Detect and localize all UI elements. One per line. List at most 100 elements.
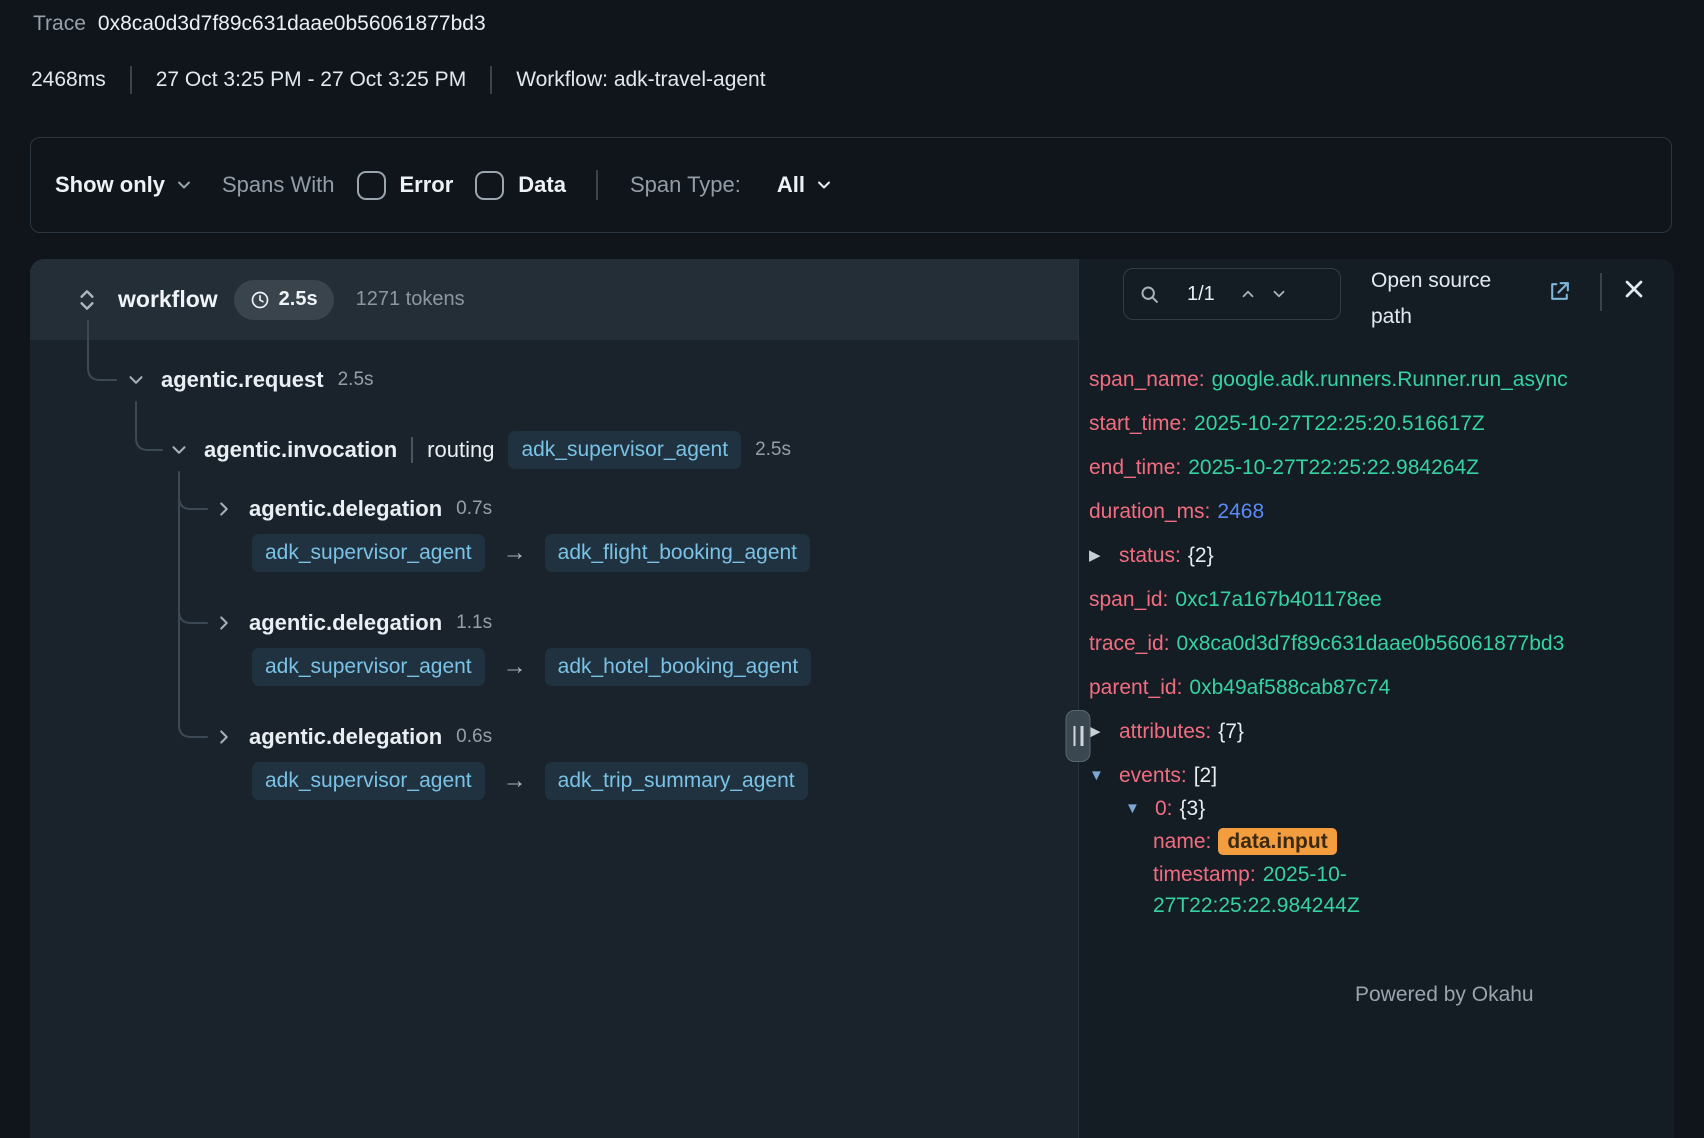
search-match-count: 1/1 <box>1187 283 1215 306</box>
open-source-path-link[interactable]: Open source path <box>1371 263 1531 335</box>
trace-duration: 2468ms <box>31 68 106 92</box>
divider <box>596 170 598 200</box>
tree-row-agentic-delegation-2[interactable]: agentic.delegation 1.1s <box>213 605 492 641</box>
tree-row-agentic-delegation-1[interactable]: agentic.delegation 0.7s <box>213 491 492 527</box>
detail-key: attributes: <box>1119 720 1211 743</box>
detail-value: {3} <box>1180 797 1206 820</box>
detail-value: {2} <box>1188 544 1214 567</box>
detail-value: [2] <box>1194 764 1217 787</box>
detail-value: 2025-10-27T22:25:20.516617Z <box>1194 412 1485 435</box>
close-icon[interactable] <box>1620 275 1648 303</box>
trace-label: Trace <box>33 12 86 36</box>
detail-row-trace-id: trace_id:0x8ca0d3d7f89c631daae0b56061877… <box>1089 628 1507 659</box>
root-duration-pill: 2.5s <box>234 280 334 320</box>
arrow-right-icon: → <box>503 653 527 681</box>
detail-key: 0: <box>1155 797 1173 820</box>
powered-by-watermark: Powered by Okahu <box>1355 983 1534 1007</box>
detail-row-event-name: name: data.input <box>1089 826 1507 857</box>
detail-key: span_id: <box>1089 588 1168 611</box>
event-name-badge: data.input <box>1218 828 1336 855</box>
detail-row-duration-ms: duration_ms: 2468 <box>1089 496 1507 527</box>
tree-row-agentic-request[interactable]: agentic.request 2.5s <box>125 362 374 398</box>
agent-badge[interactable]: adk_supervisor_agent <box>508 431 741 469</box>
tree-row-agentic-delegation-3[interactable]: agentic.delegation 0.6s <box>213 719 492 755</box>
arrow-right-icon: → <box>503 767 527 795</box>
trace-meta-row: 2468ms 27 Oct 3:25 PM - 27 Oct 3:25 PM W… <box>31 66 766 94</box>
span-duration: 2.5s <box>338 369 374 391</box>
divider <box>130 66 132 94</box>
root-token-count: 1271 tokens <box>356 288 465 311</box>
divider <box>490 66 492 94</box>
chevron-right-icon[interactable] <box>213 498 235 520</box>
divider <box>1600 273 1602 311</box>
detail-row-events: ▼events:[2] <box>1089 760 1507 791</box>
detail-key: name: <box>1153 830 1211 853</box>
detail-key: end_time: <box>1089 456 1181 479</box>
detail-key: duration_ms: <box>1089 500 1210 523</box>
error-label: Error <box>400 172 454 198</box>
agent-badge-from[interactable]: adk_supervisor_agent <box>252 534 485 572</box>
trace-id: 0x8ca0d3d7f89c631daae0b56061877bd3 <box>98 12 486 36</box>
agent-badge-from[interactable]: adk_supervisor_agent <box>252 648 485 686</box>
external-link-icon[interactable] <box>1547 279 1572 304</box>
detail-key: timestamp: <box>1153 863 1256 886</box>
trace-time-range: 27 Oct 3:25 PM - 27 Oct 3:25 PM <box>156 68 466 92</box>
caret-down-icon[interactable]: ▼ <box>1089 760 1119 791</box>
detail-row-status: ▶status:{2} <box>1089 540 1507 571</box>
agent-badge-to[interactable]: adk_flight_booking_agent <box>545 534 810 572</box>
delegation-agents-3: adk_supervisor_agent → adk_trip_summary_… <box>252 759 808 803</box>
detail-value: 0xc17a167b401178ee <box>1175 588 1381 611</box>
span-label: agentic.delegation <box>249 724 442 750</box>
caret-right-icon[interactable]: ▶ <box>1089 540 1119 571</box>
detail-value: 0xb49af588cab87c74 <box>1189 676 1390 699</box>
workflow-name: Workflow: adk-travel-agent <box>516 68 765 92</box>
search-prev-button[interactable] <box>1239 285 1257 303</box>
span-detail-panel: 1/1 Open source path span_name:google.ad… <box>1078 259 1674 1138</box>
chevron-down-icon[interactable] <box>168 439 190 461</box>
chevron-down-icon <box>814 175 834 195</box>
span-label: agentic.delegation <box>249 496 442 522</box>
detail-key: trace_id: <box>1089 632 1170 655</box>
caret-right-icon[interactable]: ▶ <box>1089 716 1119 747</box>
root-duration: 2.5s <box>279 288 318 311</box>
sort-spans-icon[interactable] <box>74 286 100 314</box>
agent-badge-from[interactable]: adk_supervisor_agent <box>252 762 485 800</box>
search-next-button[interactable] <box>1270 285 1288 303</box>
span-tree-panel: workflow 2.5s 1271 tokens <box>30 259 1078 1138</box>
detail-row-event-timestamp: timestamp:2025-10-27T22:25:22.984244Z <box>1089 859 1507 921</box>
root-span-name: workflow <box>118 286 218 313</box>
span-duration: 1.1s <box>456 612 492 634</box>
detail-value: 2468 <box>1217 500 1264 523</box>
tree-header: workflow 2.5s 1271 tokens <box>30 259 1078 340</box>
detail-row-event-0: ▼0: {3} <box>1089 793 1507 824</box>
tree-row-agentic-invocation[interactable]: agentic.invocation routing adk_superviso… <box>168 432 791 468</box>
agent-badge-to[interactable]: adk_trip_summary_agent <box>545 762 808 800</box>
trace-title: Trace 0x8ca0d3d7f89c631daae0b56061877bd3 <box>33 12 486 36</box>
detail-value: 0x8ca0d3d7f89c631daae0b56061877bd3 <box>1177 632 1565 655</box>
chevron-right-icon[interactable] <box>213 612 235 634</box>
span-label: agentic.invocation <box>204 437 397 463</box>
detail-row-span-name: span_name:google.adk.runners.Runner.run_… <box>1089 364 1507 395</box>
span-duration: 0.6s <box>456 726 492 748</box>
chevron-right-icon[interactable] <box>213 726 235 748</box>
detail-search-box[interactable]: 1/1 <box>1123 268 1341 320</box>
detail-row-attributes: ▶attributes: {7} <box>1089 716 1507 747</box>
error-checkbox[interactable] <box>357 171 386 200</box>
data-label: Data <box>518 172 566 198</box>
data-checkbox[interactable] <box>475 171 504 200</box>
caret-down-icon[interactable]: ▼ <box>1125 793 1155 824</box>
chevron-down-icon[interactable] <box>125 369 147 391</box>
arrow-right-icon: → <box>503 539 527 567</box>
delegation-agents-1: adk_supervisor_agent → adk_flight_bookin… <box>252 531 810 575</box>
span-type-label: Span Type: <box>630 172 741 198</box>
detail-key: span_name: <box>1089 368 1205 391</box>
detail-value: 2025-10-27T22:25:22.984264Z <box>1188 456 1479 479</box>
show-only-dropdown[interactable]: Show only <box>55 172 194 198</box>
detail-value: {7} <box>1218 720 1244 743</box>
agent-badge-to[interactable]: adk_hotel_booking_agent <box>545 648 812 686</box>
delegation-agents-2: adk_supervisor_agent → adk_hotel_booking… <box>252 645 811 689</box>
span-type-value: All <box>777 172 805 198</box>
panel-resize-handle[interactable] <box>1066 710 1091 762</box>
trace-main-panel: workflow 2.5s 1271 tokens <box>30 259 1674 1138</box>
span-type-dropdown[interactable]: All <box>777 172 834 198</box>
